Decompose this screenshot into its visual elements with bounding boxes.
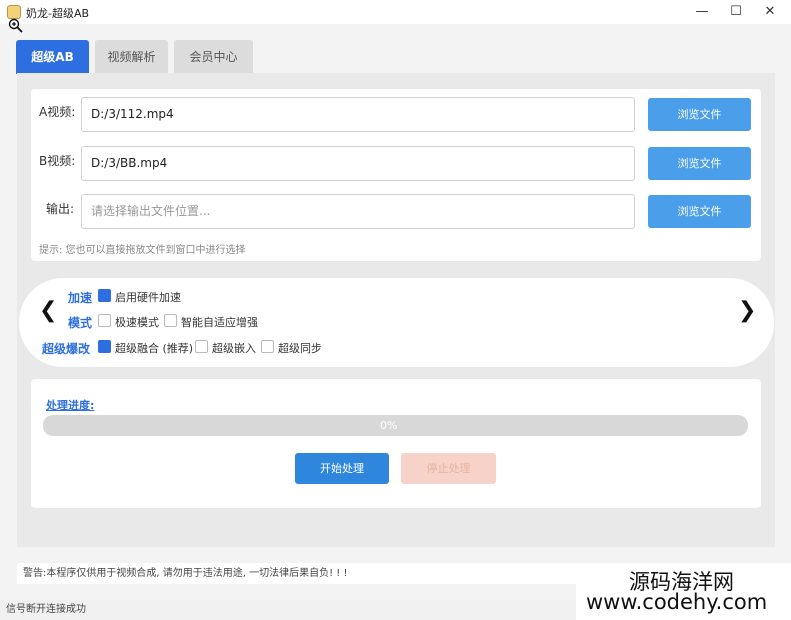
b-video-input[interactable]: D:/3/BB.mp4 [81, 146, 635, 181]
carousel-prev-icon[interactable]: ❮ [39, 298, 57, 323]
mode-label: 模式 [68, 316, 93, 330]
accel-label: 加速 [68, 291, 93, 305]
window-title: 奶龙-超级AB [26, 7, 90, 20]
browse-a-button[interactable]: 浏览文件 [648, 98, 751, 131]
a-video-input[interactable]: D:/3/112.mp4 [81, 97, 635, 132]
browse-output-button[interactable]: 浏览文件 [648, 195, 751, 228]
b-video-label: B视频: [39, 154, 76, 168]
start-button[interactable]: 开始处理 [295, 453, 389, 484]
stop-button[interactable]: 停止处理 [401, 453, 496, 484]
minimize-button[interactable]: — [685, 0, 719, 24]
maximize-button[interactable]: ☐ [719, 0, 753, 24]
carousel-next-icon[interactable]: ❯ [738, 298, 756, 323]
a-video-label: A视频: [39, 105, 76, 119]
smart-enhance-text: 智能自适应增强 [181, 316, 258, 329]
super-mod-label: 超级爆改 [42, 342, 91, 356]
tab-video-parse[interactable]: 视频解析 [95, 40, 168, 74]
super-embed-checkbox[interactable] [195, 340, 208, 353]
close-button[interactable]: ✕ [753, 0, 787, 24]
drag-drop-hint: 提示: 您也可以直接拖放文件到窗口中进行选择 [39, 245, 246, 256]
progress-label: 处理进度: [46, 399, 95, 412]
fast-mode-text: 极速模式 [115, 316, 159, 329]
app-logo-icon [7, 5, 21, 19]
super-fusion-text: 超级融合 (推荐) [115, 342, 194, 355]
browse-b-button[interactable]: 浏览文件 [648, 147, 751, 180]
zoom-icon [8, 18, 24, 36]
tab-super-ab[interactable]: 超级AB [16, 40, 89, 74]
output-label: 输出: [46, 202, 75, 216]
tab-member-center[interactable]: 会员中心 [174, 40, 253, 74]
super-embed-text: 超级嵌入 [212, 342, 256, 355]
hw-accel-checkbox[interactable] [98, 289, 111, 302]
super-sync-checkbox[interactable] [261, 340, 274, 353]
progress-card [31, 379, 761, 508]
smart-enhance-checkbox[interactable] [164, 314, 177, 327]
super-sync-text: 超级同步 [278, 342, 322, 355]
fast-mode-checkbox[interactable] [98, 314, 111, 327]
hw-accel-text: 启用硬件加速 [115, 291, 181, 304]
super-fusion-checkbox[interactable] [98, 340, 111, 353]
progress-percent: 0% [380, 419, 398, 432]
output-input[interactable]: 请选择输出文件位置... [81, 194, 635, 229]
title-bar [0, 0, 791, 24]
watermark-url: www.codehy.com [586, 590, 768, 614]
